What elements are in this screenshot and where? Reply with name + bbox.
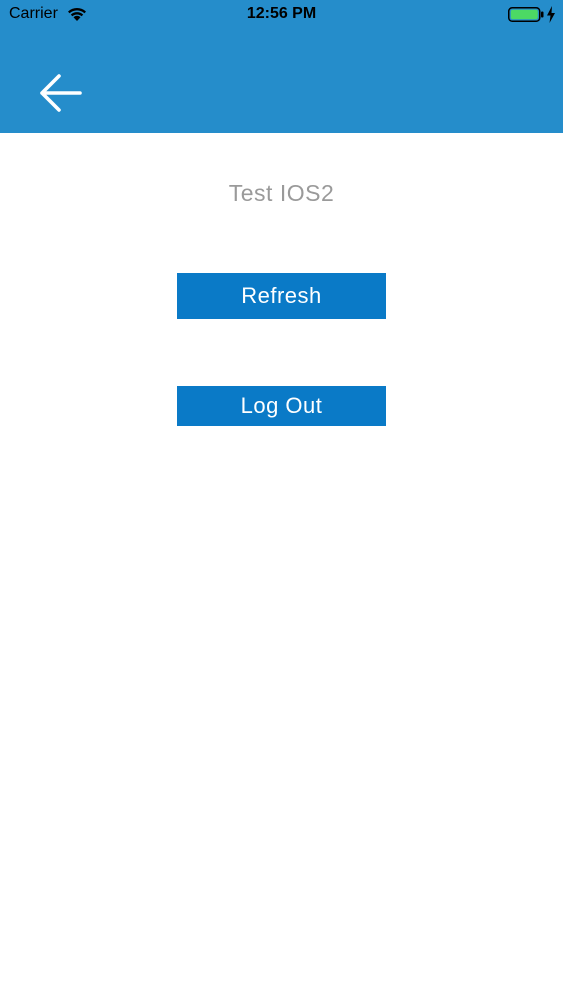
back-button[interactable] (36, 70, 86, 116)
log-out-button[interactable]: Log Out (177, 386, 386, 426)
app-header: Carrier 12:56 PM (0, 0, 563, 133)
page-title: Test IOS2 (228, 180, 335, 206)
arrow-left-icon (40, 74, 82, 112)
app-screen: Carrier 12:56 PM Test IOS2 Refresh Log O (0, 0, 563, 1000)
charging-bolt-icon (547, 6, 555, 23)
battery-icon (508, 7, 544, 22)
status-bar: Carrier 12:56 PM (0, 0, 563, 30)
status-time: 12:56 PM (246, 5, 317, 22)
refresh-button[interactable]: Refresh (177, 273, 386, 319)
